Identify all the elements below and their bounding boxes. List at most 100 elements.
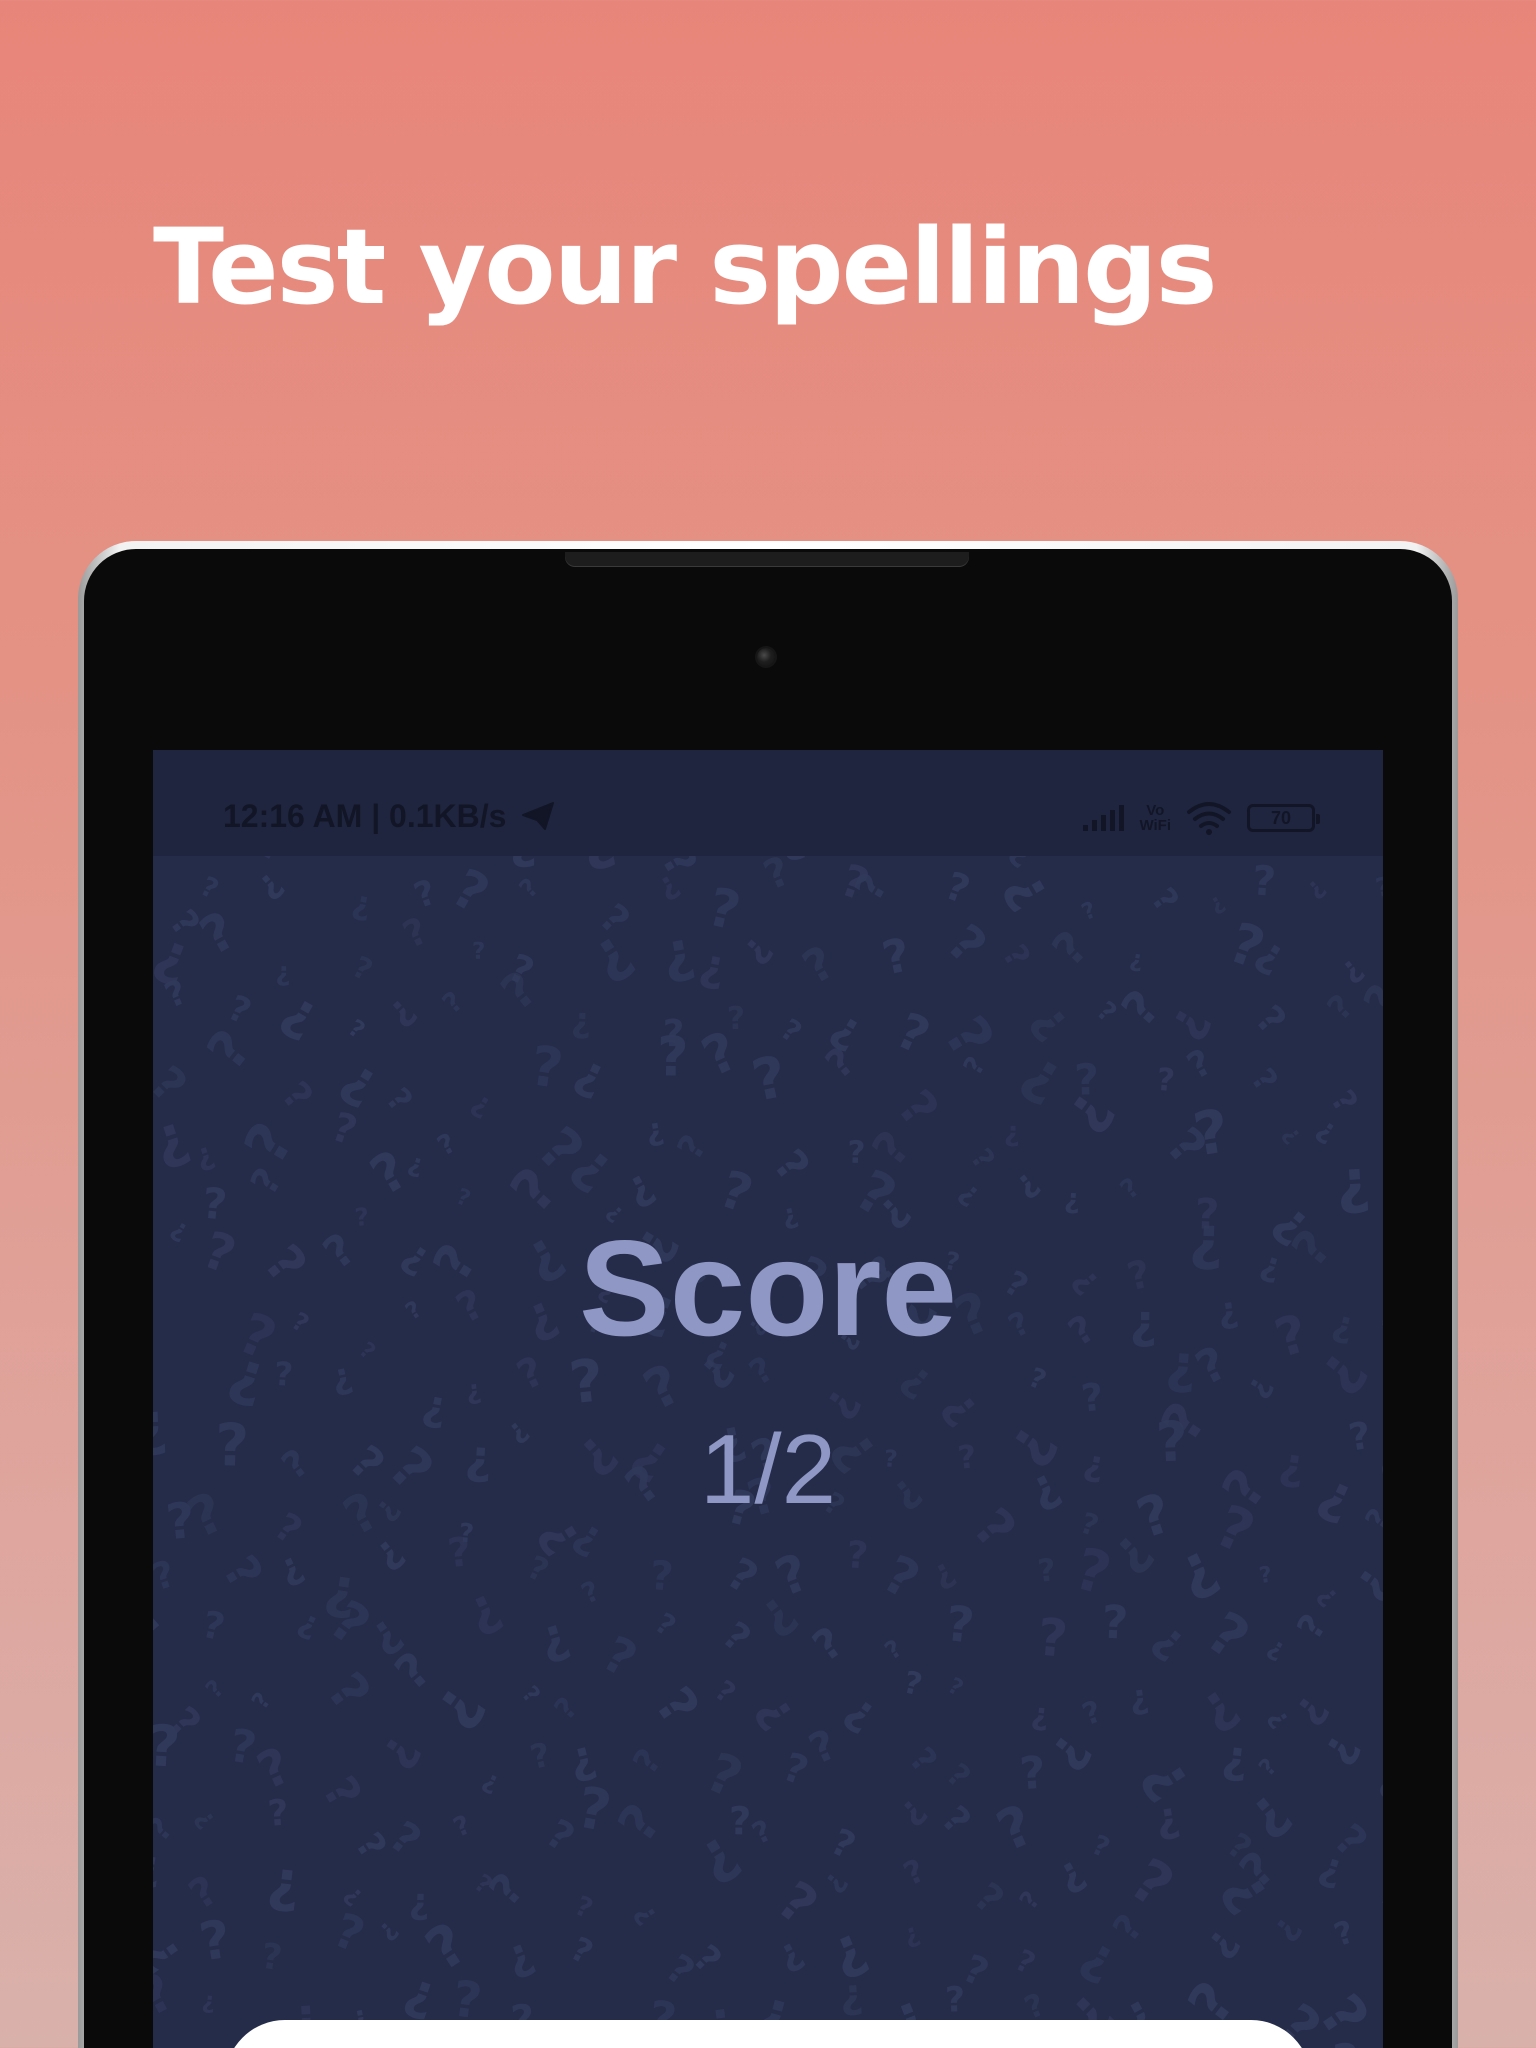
- question-mark-glyph: ?: [266, 1792, 290, 1834]
- question-mark-glyph: ¿: [191, 1136, 219, 1175]
- question-mark-glyph: ?: [548, 1691, 585, 1727]
- question-mark-glyph: ?: [576, 1574, 604, 1611]
- question-mark-glyph: ?: [195, 1909, 234, 1974]
- question-mark-glyph: ¿: [749, 1684, 809, 1736]
- question-mark-glyph: ?: [939, 1757, 977, 1796]
- question-mark-glyph: ¿: [731, 926, 777, 970]
- question-mark-glyph: ?: [436, 984, 469, 1020]
- signal-icon: [1083, 805, 1125, 831]
- bottom-action-card[interactable]: [225, 2020, 1311, 2048]
- question-mark-glyph: ?: [643, 1676, 710, 1736]
- score-title: Score: [579, 1212, 957, 1364]
- question-mark-glyph: ?: [1330, 1914, 1359, 1954]
- question-mark-glyph: ¿: [1310, 1724, 1366, 1771]
- question-mark-glyph: ¿: [1237, 1369, 1277, 1403]
- question-mark-glyph: ¿: [1314, 1843, 1349, 1893]
- question-mark-glyph: ?: [526, 1033, 567, 1101]
- question-mark-glyph: ¿: [769, 1928, 809, 1977]
- app-screen: ?¿???¿¿¿¿¿???¿??¿¿??¿????¿?¿¿?¿¿??¿¿????…: [153, 750, 1383, 2048]
- question-mark-glyph: ?: [685, 1936, 730, 1981]
- question-mark-glyph: ?: [449, 1809, 476, 1844]
- question-mark-glyph: ¿: [1063, 1183, 1080, 1216]
- question-mark-glyph: ?: [1118, 1846, 1186, 1922]
- question-mark-glyph: ¿: [643, 1112, 666, 1149]
- question-mark-glyph: ¿: [464, 1374, 483, 1407]
- question-mark-glyph: ¿: [371, 1913, 402, 1944]
- question-mark-glyph: ?: [1087, 1829, 1115, 1865]
- question-mark-glyph: ¿: [377, 986, 422, 1032]
- question-mark-glyph: ¿: [577, 915, 641, 989]
- question-mark-glyph: ?: [877, 927, 915, 985]
- question-mark-glyph: ?: [212, 1547, 273, 1599]
- question-mark-glyph: ?: [326, 1903, 372, 1964]
- question-mark-glyph: ?: [1189, 1097, 1234, 1170]
- question-mark-glyph: ¿: [457, 1576, 509, 1642]
- question-mark-glyph: ?: [775, 1012, 808, 1050]
- vowifi-label-top: Vo: [1146, 802, 1165, 819]
- question-mark-glyph: ¿: [531, 1606, 575, 1668]
- question-mark-glyph: ?: [936, 913, 998, 976]
- question-mark-glyph: ?: [1078, 1694, 1107, 1733]
- question-mark-glyph: ¿: [365, 1527, 411, 1576]
- question-mark-glyph: ?: [1078, 897, 1100, 926]
- question-mark-glyph: ¿: [264, 1848, 304, 1916]
- score-value: 1/2: [699, 1414, 837, 1524]
- question-mark-glyph: ?: [222, 987, 257, 1033]
- question-mark-glyph: ?: [657, 1024, 689, 1088]
- question-mark-glyph: ¿: [153, 1101, 196, 1174]
- question-mark-glyph: ?: [648, 1553, 675, 1601]
- question-mark-glyph: ¿: [190, 1803, 223, 1833]
- question-mark-glyph: ?: [246, 1687, 277, 1714]
- question-mark-glyph: ?: [898, 1851, 931, 1893]
- question-mark-glyph: ¿: [201, 1987, 217, 2015]
- question-mark-glyph: ?: [527, 1735, 555, 1777]
- question-mark-glyph: ?: [1036, 1552, 1057, 1590]
- promo-headline: Test your spellings: [153, 206, 1217, 328]
- question-mark-glyph: ¿: [1006, 1162, 1044, 1203]
- question-mark-glyph: ?: [1373, 872, 1383, 904]
- question-mark-glyph: ?: [1014, 1886, 1046, 1915]
- question-mark-glyph: ¿: [1127, 1676, 1151, 1717]
- battery-level: 70: [1270, 807, 1292, 828]
- question-mark-glyph: ?: [1079, 1375, 1105, 1421]
- question-mark-glyph: ¿: [1333, 1147, 1372, 1218]
- question-mark-glyph: ?: [1035, 1608, 1070, 1670]
- question-mark-glyph: ¿: [1374, 1794, 1383, 1854]
- question-mark-glyph: ¿: [997, 859, 1067, 918]
- question-mark-glyph: ?: [943, 1673, 967, 1702]
- question-mark-glyph: ?: [1244, 1061, 1286, 1098]
- question-mark-glyph: ¿: [890, 1788, 932, 1831]
- vowifi-icon: Vo WiFi: [1139, 803, 1171, 833]
- question-mark-glyph: ?: [1320, 987, 1361, 1028]
- question-mark-glyph: ¿: [696, 939, 731, 994]
- vowifi-label-bottom: WiFi: [1139, 817, 1171, 834]
- question-mark-glyph: ?: [514, 873, 545, 904]
- question-mark-glyph: ¿: [1151, 1792, 1182, 1843]
- question-mark-glyph: ?: [347, 950, 378, 989]
- question-mark-glyph: ?: [777, 1744, 814, 1795]
- question-mark-glyph: ¿: [408, 1881, 429, 1922]
- question-mark-glyph: ?: [570, 1891, 597, 1926]
- question-mark-glyph: ?: [432, 1128, 461, 1163]
- question-mark-glyph: ?: [1009, 1943, 1040, 1982]
- question-mark-glyph: ?: [343, 1014, 370, 1045]
- question-mark-glyph: ?: [943, 1596, 977, 1655]
- question-mark-glyph: ¿: [327, 1355, 356, 1399]
- question-mark-glyph: ¿: [1155, 995, 1216, 1046]
- question-mark-glyph: ?: [153, 1962, 184, 2029]
- question-mark-glyph: ?: [886, 1079, 949, 1138]
- question-mark-glyph: ¿: [1373, 1897, 1383, 1957]
- question-mark-glyph: ¿: [1340, 1555, 1383, 1609]
- question-mark-glyph: ¿: [275, 957, 290, 987]
- question-mark-glyph: ?: [1101, 1596, 1130, 1650]
- question-mark-glyph: ?: [312, 1767, 372, 1817]
- question-mark-glyph: ¿: [630, 1897, 667, 1929]
- question-mark-glyph: ¿: [498, 1928, 540, 1984]
- question-mark-glyph: ?: [824, 1820, 862, 1868]
- question-mark-glyph: ?: [231, 1111, 307, 1175]
- question-mark-glyph: ?: [900, 1665, 926, 1704]
- question-mark-glyph: ¿: [1380, 1366, 1383, 1397]
- question-mark-glyph: ?: [1024, 1362, 1051, 1397]
- status-time-speed: 12:16 AM | 0.1KB/s: [223, 800, 555, 832]
- question-mark-glyph: ?: [1251, 856, 1278, 906]
